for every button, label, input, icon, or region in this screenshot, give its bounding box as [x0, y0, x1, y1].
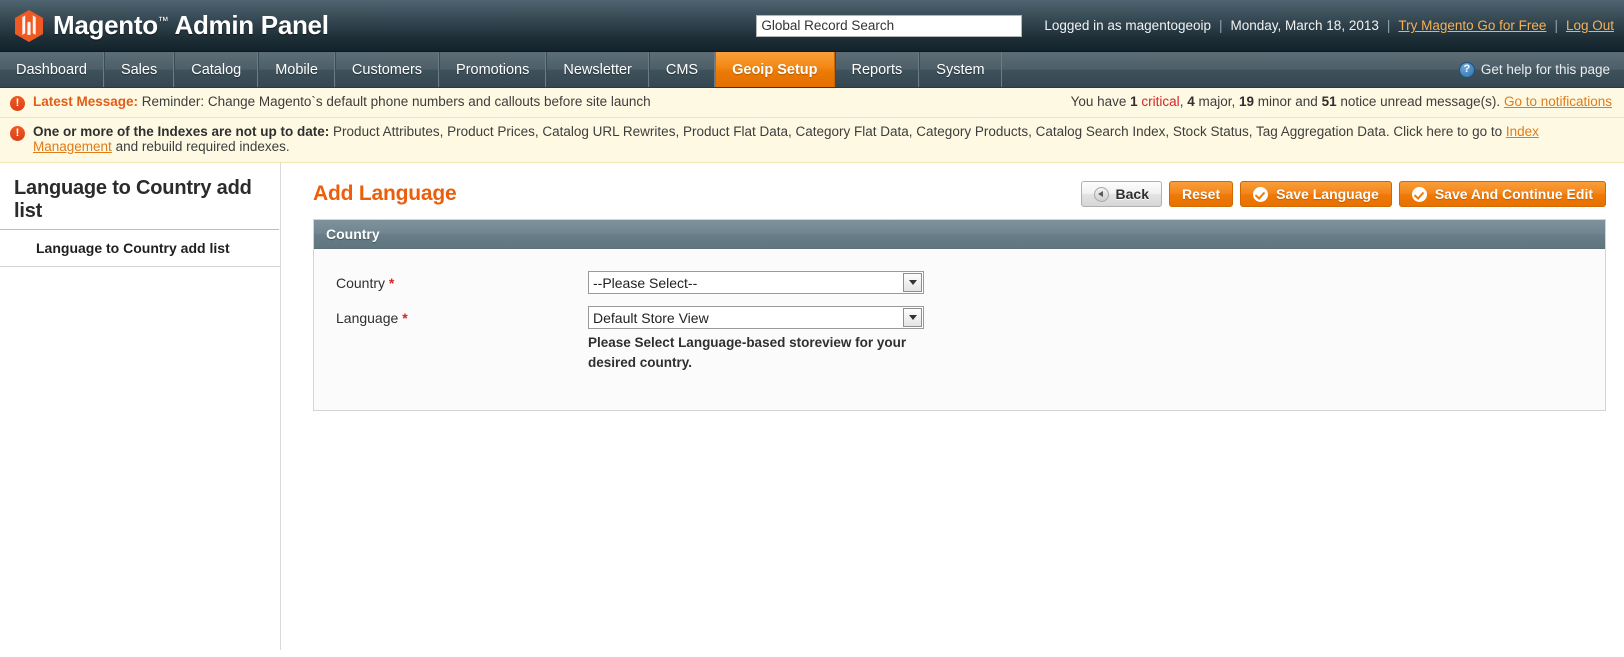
minor-word: minor and: [1254, 94, 1322, 109]
nav-item-promotions[interactable]: Promotions: [439, 52, 547, 87]
index-message-label: One or more of the Indexes are not up to…: [33, 124, 330, 139]
nav-item-dashboard[interactable]: Dashboard: [0, 52, 104, 87]
unread-message-counts: You have 1 critical, 4 major, 19 minor a…: [1051, 94, 1612, 109]
magento-logo[interactable]: Magento™ Admin Panel: [0, 9, 329, 43]
nav-item-newsletter[interactable]: Newsletter: [546, 52, 649, 87]
fieldset-body: Country * --Please Select-- Language * D…: [314, 249, 1605, 411]
country-required-mark: *: [388, 275, 395, 291]
index-message-bar: One or more of the Indexes are not up to…: [0, 118, 1624, 163]
language-field-note: Please Select Language-based storeview f…: [588, 335, 907, 370]
language-field-label: Language *: [336, 306, 588, 326]
check-circle-icon: [1411, 186, 1427, 202]
header-separator-1: |: [1219, 18, 1223, 33]
sidebar-item-language-to-country-add-list[interactable]: Language to Country add list: [0, 230, 280, 266]
reset-button[interactable]: Reset: [1169, 181, 1234, 207]
language-select[interactable]: Default Store View: [588, 306, 924, 329]
magento-logo-icon: [14, 9, 44, 43]
back-arrow-icon: [1093, 186, 1109, 202]
save-language-button[interactable]: Save Language: [1240, 181, 1392, 207]
major-word: major,: [1194, 94, 1239, 109]
logo-subtitle: Admin Panel: [174, 10, 329, 40]
country-label-text: Country: [336, 275, 386, 291]
get-help-label: Get help for this page: [1480, 62, 1610, 77]
country-field-row: Country * --Please Select--: [314, 271, 1605, 294]
go-to-notifications-link[interactable]: Go to notifications: [1504, 94, 1612, 109]
nav-item-cms[interactable]: CMS: [648, 52, 716, 87]
left-sidebar: Language to Country add list Language to…: [0, 163, 281, 650]
latest-message-bar: Latest Message: Reminder: Change Magento…: [0, 88, 1624, 118]
minor-count: 19: [1238, 94, 1255, 109]
logo-title: Magento™ Admin Panel: [53, 10, 329, 41]
country-select[interactable]: --Please Select--: [588, 271, 924, 294]
current-date-label: Monday, March 18, 2013: [1230, 18, 1379, 33]
logout-link[interactable]: Log Out: [1566, 18, 1614, 33]
chevron-down-icon[interactable]: [903, 308, 922, 327]
language-select-value: Default Store View: [593, 309, 709, 326]
save-language-button-label: Save Language: [1276, 186, 1379, 202]
nav-item-catalog[interactable]: Catalog: [174, 52, 259, 87]
language-required-mark: *: [402, 310, 408, 326]
country-fieldset: Country Country * --Please Select-- Lang…: [313, 219, 1606, 412]
nav-item-geoip-setup[interactable]: Geoip Setup: [715, 52, 835, 87]
language-field-row: Language * Default Store View Please Sel…: [314, 306, 1605, 372]
admin-header: Magento™ Admin Panel Logged in as magent…: [0, 0, 1624, 52]
language-field-control: Default Store View Please Select Languag…: [588, 306, 928, 372]
country-field-control: --Please Select--: [588, 271, 924, 294]
save-and-continue-button-label: Save And Continue Edit: [1434, 186, 1593, 202]
global-search-input[interactable]: [756, 14, 1023, 37]
header-separator-2: |: [1386, 18, 1391, 33]
get-help-link[interactable]: ? Get help for this page: [1458, 52, 1624, 87]
page-header-row: Add Language Back Reset Save Language Sa…: [313, 173, 1606, 219]
nav-item-customers[interactable]: Customers: [334, 52, 440, 87]
nav-item-mobile[interactable]: Mobile: [258, 52, 335, 87]
index-message-text-after: and rebuild required indexes.: [111, 139, 290, 154]
country-field-label: Country *: [336, 271, 588, 291]
major-count: 4: [1187, 94, 1195, 109]
back-button[interactable]: Back: [1080, 181, 1162, 207]
country-select-value: --Please Select--: [593, 274, 698, 291]
sidebar-title-box: Language to Country add list: [0, 171, 279, 230]
header-right-group: Logged in as magentogeoip | Monday, Marc…: [756, 14, 1624, 37]
page-title: Add Language: [313, 182, 457, 205]
save-and-continue-edit-button[interactable]: Save And Continue Edit: [1398, 181, 1606, 207]
page-content: Language to Country add list Language to…: [0, 163, 1624, 650]
index-message-body: One or more of the Indexes are not up to…: [33, 124, 1612, 154]
language-label-text: Language: [336, 310, 399, 326]
logged-in-label: Logged in as magentogeoip: [1044, 18, 1211, 33]
counts-prefix: You have: [1070, 94, 1131, 109]
reset-button-label: Reset: [1182, 186, 1221, 202]
page-action-buttons: Back Reset Save Language Save And Contin…: [1080, 181, 1606, 207]
warning-icon: [10, 125, 25, 141]
latest-message-text: Reminder: Change Magento`s default phone…: [138, 94, 651, 109]
nav-item-reports[interactable]: Reports: [834, 52, 920, 87]
question-circle-icon: ?: [1458, 61, 1475, 78]
sidebar-title: Language to Country add list: [14, 177, 252, 222]
main-column: Add Language Back Reset Save Language Sa…: [281, 163, 1624, 650]
back-button-label: Back: [1115, 186, 1149, 202]
critical-word: critical: [1137, 94, 1180, 109]
sidebar-menu: Language to Country add list: [0, 230, 280, 267]
warning-icon: [10, 95, 25, 111]
logo-trademark: ™: [157, 15, 169, 28]
check-circle-icon: [1253, 186, 1269, 202]
nav-item-system[interactable]: System: [919, 52, 1002, 87]
nav-item-sales[interactable]: Sales: [103, 52, 175, 87]
logo-brand: Magento: [53, 10, 158, 40]
chevron-down-icon[interactable]: [903, 273, 922, 292]
index-message-text: Product Attributes, Product Prices, Cata…: [329, 124, 1506, 139]
try-magento-go-link[interactable]: Try Magento Go for Free: [1398, 18, 1546, 33]
fieldset-heading: Country: [314, 220, 1605, 249]
critical-count: 1: [1130, 94, 1138, 109]
header-separator-3: |: [1554, 18, 1558, 33]
latest-message-label: Latest Message:: [33, 94, 139, 109]
main-navigation: Dashboard Sales Catalog Mobile Customers…: [0, 52, 1624, 88]
latest-message-body: Latest Message: Reminder: Change Magento…: [33, 94, 1051, 109]
notice-word: notice unread message(s).: [1336, 94, 1504, 109]
notice-count: 51: [1321, 94, 1337, 109]
